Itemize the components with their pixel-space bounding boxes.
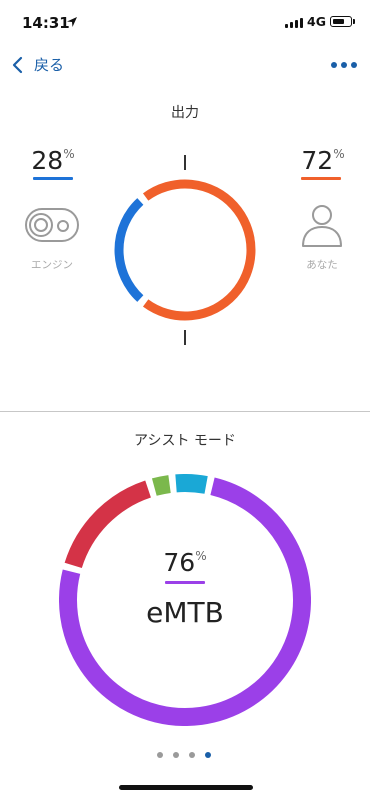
battery-icon (330, 16, 352, 27)
rider-share-arc (142, 179, 256, 321)
rider-percent-sign: % (333, 147, 345, 161)
page-dot[interactable] (205, 752, 211, 758)
rider-label: あなた (306, 259, 338, 271)
back-button[interactable]: 戻る (8, 54, 64, 75)
assist-segment-arc (64, 480, 152, 569)
network-type: 4G (307, 14, 326, 29)
more-dot (341, 62, 347, 68)
page-dot[interactable] (173, 752, 179, 758)
assist-percent-value: 76 (163, 548, 196, 577)
location-arrow-icon (67, 17, 77, 27)
status-time: 14:31 (22, 14, 70, 32)
engine-icon (25, 208, 79, 242)
signal-icon (285, 17, 303, 28)
engine-percent-value: 28 (31, 146, 64, 175)
assist-percent-sign: % (195, 549, 207, 563)
battery-tip (353, 19, 355, 24)
assist-title: アシスト モード (134, 433, 236, 449)
assist-segment-arc (175, 474, 208, 494)
back-label: 戻る (34, 56, 65, 74)
output-title: 出力 (171, 105, 199, 121)
assist-segment-arc (151, 475, 171, 496)
rider-percent-underline (301, 177, 341, 180)
more-button[interactable] (331, 62, 357, 68)
engine-label: エンジン (31, 259, 73, 271)
more-dot (331, 62, 337, 68)
engine-percent-underline (33, 177, 73, 180)
engine-percent-sign: % (63, 147, 75, 161)
page-indicator[interactable] (157, 752, 211, 758)
rider-percent: 72% (292, 146, 354, 175)
chevron-left-icon (12, 56, 23, 73)
assist-percent: 76% (150, 548, 220, 577)
engine-share-arc (114, 198, 144, 302)
assist-percent-underline (165, 581, 205, 584)
person-icon (302, 205, 342, 247)
page-dot[interactable] (157, 752, 163, 758)
output-ring-chart (114, 155, 256, 345)
home-indicator[interactable] (119, 785, 253, 790)
page-dot[interactable] (189, 752, 195, 758)
more-dot (351, 62, 357, 68)
assist-mode-name: eMTB (146, 596, 224, 629)
engine-percent: 28% (22, 146, 84, 175)
rider-percent-value: 72 (301, 146, 334, 175)
section-divider (0, 411, 370, 412)
